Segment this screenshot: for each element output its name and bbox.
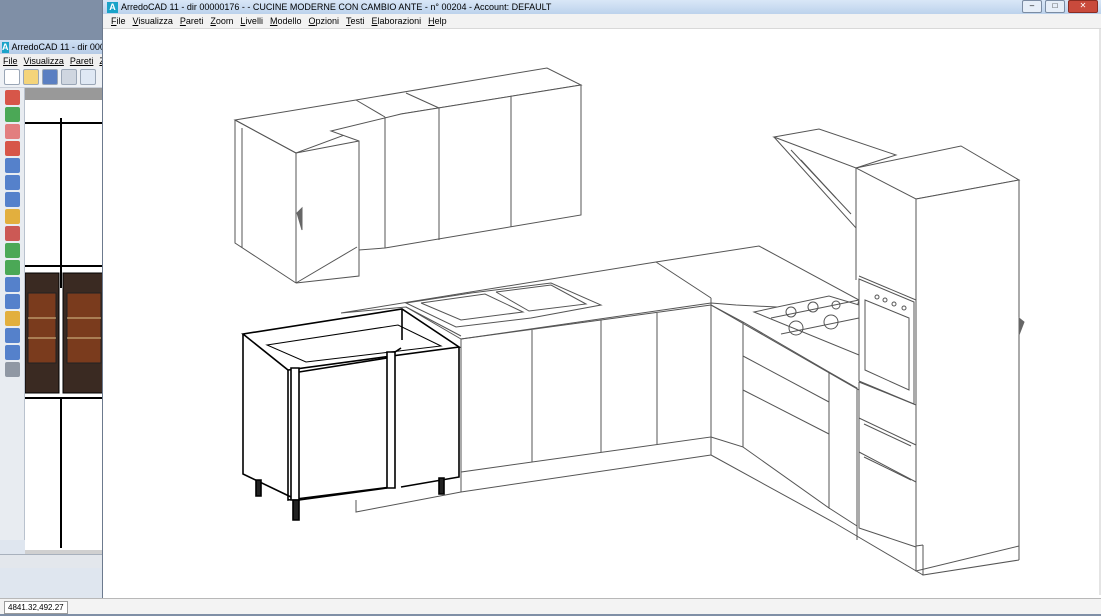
camera-icon[interactable] [4,294,20,309]
main-window-title: ArredoCAD 11 - dir 00000176 - - CUCINE M… [121,2,552,12]
menu-help[interactable]: Help [428,16,447,26]
menu-pareti[interactable]: Pareti [180,16,204,26]
move-icon[interactable] [4,107,20,122]
select-arrow-icon[interactable] [4,90,20,105]
settings-icon[interactable] [4,362,20,377]
background-canvas[interactable] [25,88,103,568]
grid-icon[interactable] [4,226,20,241]
new-file-icon[interactable] [4,69,20,85]
back-menu-file[interactable]: File [3,56,18,66]
layers-icon[interactable] [4,260,20,275]
app-logo-icon: A [107,1,118,13]
background-menubar: File Visualizza Pareti Zoom [0,54,108,67]
main-window[interactable]: A ArredoCAD 11 - dir 00000176 - - CUCINE… [102,0,1101,600]
perpendicular-icon[interactable] [4,192,20,207]
render-icon[interactable] [4,345,20,360]
main-window-titlebar[interactable]: A ArredoCAD 11 - dir 00000176 - - CUCINE… [103,0,1101,14]
menu-modello[interactable]: Modello [270,16,302,26]
maximize-button[interactable]: □ [1045,0,1065,13]
menu-zoom[interactable]: Zoom [210,16,233,26]
background-toolbar [0,67,108,88]
window-controls: – □ ✕ [1022,0,1098,13]
minimize-button[interactable]: – [1022,0,1042,13]
table-icon[interactable] [4,243,20,258]
cursor-coordinates: 4841.32,492.27 [4,601,68,614]
menu-visualizza[interactable]: Visualizza [133,16,173,26]
menu-file[interactable]: File [111,16,126,26]
main-menubar: File Visualizza Pareti Zoom Livelli Mode… [103,14,1101,29]
parallel-lines-icon[interactable] [4,175,20,190]
menu-opzioni[interactable]: Opzioni [308,16,339,26]
back-menu-pareti[interactable]: Pareti [70,56,94,66]
eraser-icon[interactable] [4,124,20,139]
tall-oven-column[interactable] [856,146,1024,575]
cad-drawing-canvas[interactable] [107,29,1100,595]
background-kitchen-front-view [25,88,103,568]
menu-elaborazioni[interactable]: Elaborazioni [372,16,422,26]
app-logo-icon: A [2,41,9,53]
statusbar: 4841.32,492.27 [0,598,1101,614]
rotate-icon[interactable] [4,141,20,156]
mirror-icon[interactable] [4,158,20,173]
menu-testi[interactable]: Testi [346,16,365,26]
chart-icon[interactable] [4,209,20,224]
side-toolbar [0,88,25,540]
menu-livelli[interactable]: Livelli [240,16,263,26]
background-window-title: ArredoCAD 11 - dir 00000176 [11,42,109,52]
print-preview-icon[interactable] [4,328,20,343]
background-window-titlebar[interactable]: A ArredoCAD 11 - dir 00000176 [0,40,108,54]
print-icon[interactable] [61,69,77,85]
palette-icon[interactable] [4,311,20,326]
wall-cabinets[interactable] [235,68,581,283]
save-icon[interactable] [42,69,58,85]
database-icon[interactable] [4,277,20,292]
background-statusbar [0,554,108,568]
selected-corner-base-cabinet[interactable] [243,309,459,520]
kitchen-3d-drawing [107,29,1100,595]
close-button[interactable]: ✕ [1068,0,1098,13]
open-folder-icon[interactable] [23,69,39,85]
zoom-icon[interactable] [80,69,96,85]
back-menu-visualizza[interactable]: Visualizza [24,56,64,66]
